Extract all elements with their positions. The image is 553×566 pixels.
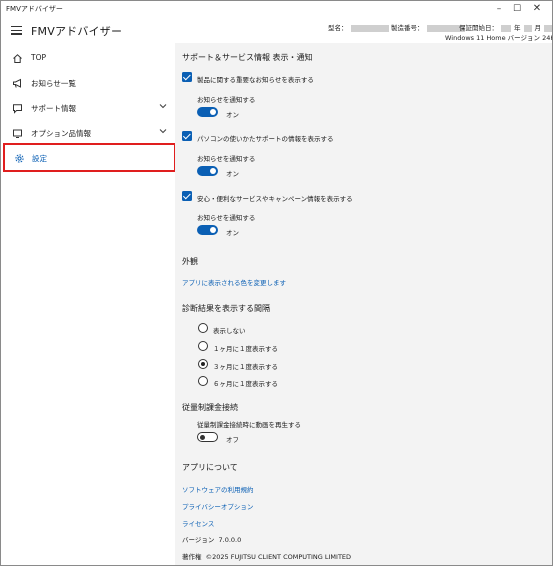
warranty-year-redacted xyxy=(501,24,511,32)
notify-label: お知らせを通知する xyxy=(197,155,256,163)
sidebar-item-label: お知らせ一覧 xyxy=(31,79,76,88)
chat-bubble-icon xyxy=(12,103,23,114)
model-redacted xyxy=(350,24,389,32)
radio-label: ６ヶ月に１度表示する xyxy=(213,380,278,388)
copyright-label: 著作権 xyxy=(182,553,202,561)
warranty-label: 保証開始日： xyxy=(459,24,498,32)
sidebar-item-label: 設定 xyxy=(32,154,47,163)
app-window: FMVアドバイザー – ☐ ✕ FMVアドバイザー 型名： 製造番号： 保証開始… xyxy=(0,0,553,566)
toggle-state-label: オフ xyxy=(226,436,239,444)
radio-label: 表示しない xyxy=(213,327,246,335)
maximize-button[interactable]: ☐ xyxy=(507,2,527,16)
notify-label: お知らせを通知する xyxy=(197,96,256,104)
copyright-row: 著作権 ©2025 FUJITSU CLIENT COMPUTING LIMIT… xyxy=(182,551,351,561)
os-version: Windows 11 Home バージョン 24H2 xyxy=(445,34,553,42)
campaign-notify-toggle[interactable] xyxy=(197,225,218,235)
model-label: 型名： xyxy=(328,24,348,32)
model-info: 型名： xyxy=(328,22,392,32)
device-icon xyxy=(12,128,23,139)
usage-support-label: パソコンの使いかたサポートの情報を表示する xyxy=(197,135,334,143)
radio-3-months[interactable] xyxy=(198,359,208,369)
warranty-month-suffix: 月 xyxy=(534,24,542,32)
sidebar: TOP お知らせ一覧 サポート情報 オプション品情報 設定 xyxy=(1,43,176,565)
notify-section-title: サポート＆サービス情報 表示・通知 xyxy=(182,53,313,62)
home-icon xyxy=(12,53,23,64)
warranty-month-redacted xyxy=(523,24,532,32)
license-link[interactable]: ライセンス xyxy=(182,518,214,528)
serial-info: 製造番号： xyxy=(391,22,468,32)
sidebar-item-top[interactable]: TOP xyxy=(1,45,175,71)
campaign-checkbox[interactable] xyxy=(182,191,192,201)
usage-notify-toggle[interactable] xyxy=(197,166,218,176)
megaphone-icon xyxy=(12,78,23,89)
warranty-info: 保証開始日：年月日 xyxy=(459,22,552,32)
settings-panel: サポート＆サービス情報 表示・通知 製品に関する重要なお知らせを表示する お知ら… xyxy=(175,43,552,565)
warranty-year-suffix: 年 xyxy=(514,24,521,32)
product-notice-label: 製品に関する重要なお知らせを表示する xyxy=(197,76,314,84)
metered-title: 従量制課金接続 xyxy=(182,403,238,412)
toggle-state-label: オン xyxy=(226,229,239,237)
diagnosis-title: 診断結果を表示する間隔 xyxy=(182,304,270,313)
sidebar-item-label: サポート情報 xyxy=(31,104,76,113)
radio-6-months[interactable] xyxy=(198,376,208,386)
version-value: 7.0.0.0 xyxy=(218,536,242,544)
terms-link[interactable]: ソフトウェアの利用規約 xyxy=(182,484,254,494)
window-title: FMVアドバイザー xyxy=(6,5,63,13)
chevron-down-icon[interactable] xyxy=(159,102,167,111)
app-header: FMVアドバイザー 型名： 製造番号： 保証開始日：年月日 Windows 11… xyxy=(1,17,552,43)
about-title: アプリについて xyxy=(182,463,238,472)
metered-video-label: 従量制課金接続時に動画を再生する xyxy=(197,421,301,429)
radio-label: １ヶ月に１度表示する xyxy=(213,345,278,353)
version-row: バージョン 7.0.0.0 xyxy=(182,534,241,544)
campaign-label: 安心・便利なサービスやキャンペーン情報を表示する xyxy=(197,195,353,203)
radio-never[interactable] xyxy=(198,323,208,333)
change-color-link[interactable]: アプリに表示される色を変更します xyxy=(182,277,286,287)
hamburger-menu-icon[interactable] xyxy=(11,26,22,35)
version-label: バージョン xyxy=(182,536,215,544)
warranty-day-redacted xyxy=(544,24,552,32)
copyright-value: ©2025 FUJITSU CLIENT COMPUTING LIMITED xyxy=(205,553,352,561)
appearance-title: 外観 xyxy=(182,257,198,266)
chevron-down-icon[interactable] xyxy=(159,127,167,136)
sidebar-item-label: TOP xyxy=(31,53,47,62)
usage-support-checkbox[interactable] xyxy=(182,131,192,141)
serial-label: 製造番号： xyxy=(391,24,424,32)
radio-label: ３ヶ月に１度表示する xyxy=(213,363,278,371)
minimize-button[interactable]: – xyxy=(489,2,509,16)
gear-icon xyxy=(14,153,25,164)
radio-1-month[interactable] xyxy=(198,341,208,351)
sidebar-item-label: オプション品情報 xyxy=(31,129,91,138)
title-bar: FMVアドバイザー – ☐ ✕ xyxy=(1,1,552,17)
notify-label: お知らせを通知する xyxy=(197,214,256,222)
privacy-options-link[interactable]: プライバシーオプション xyxy=(182,501,253,511)
sidebar-item-news[interactable]: お知らせ一覧 xyxy=(1,70,175,96)
toggle-state-label: オン xyxy=(226,111,239,119)
metered-video-toggle[interactable] xyxy=(197,432,218,442)
app-name: FMVアドバイザー xyxy=(31,25,123,38)
close-button[interactable]: ✕ xyxy=(527,2,547,16)
product-notify-toggle[interactable] xyxy=(197,107,218,117)
sidebar-item-support[interactable]: サポート情報 xyxy=(1,95,175,121)
sidebar-item-settings[interactable]: 設定 xyxy=(3,143,176,172)
toggle-state-label: オン xyxy=(226,170,239,178)
product-notice-checkbox[interactable] xyxy=(182,72,192,82)
